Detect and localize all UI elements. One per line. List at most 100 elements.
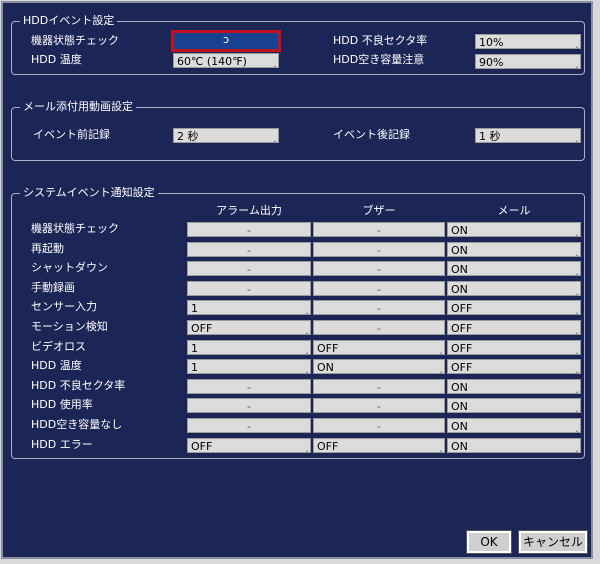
event-row-label: ビデオロス xyxy=(31,340,86,353)
event-buzzer-value: - xyxy=(377,420,381,433)
event-buzzer-select[interactable]: OFF xyxy=(313,340,445,355)
free-space-label: HDD空き容量注意 xyxy=(333,53,425,66)
event-alarm-select: - xyxy=(187,379,311,394)
event-mail-value: ON xyxy=(451,400,468,413)
event-mail-value: ON xyxy=(451,420,468,433)
device-status-field[interactable]: ↄ xyxy=(171,30,281,52)
event-row-label: HDD 温度 xyxy=(31,359,82,372)
event-mail-select[interactable]: ON xyxy=(447,281,581,296)
event-buzzer-select: - xyxy=(313,242,445,257)
event-row-label: 機器状態チェック xyxy=(31,222,119,235)
event-alarm-select[interactable]: 1 xyxy=(187,359,311,374)
event-mail-value: ON xyxy=(451,263,468,276)
event-mail-select[interactable]: ON xyxy=(447,438,581,453)
event-row-label: センサー入力 xyxy=(31,300,97,313)
event-alarm-select[interactable]: OFF xyxy=(187,320,311,335)
bad-sector-select[interactable]: 10% xyxy=(475,34,581,49)
event-mail-select[interactable]: ON xyxy=(447,222,581,237)
event-alarm-value: 1 xyxy=(191,361,198,374)
event-alarm-value: - xyxy=(247,224,251,237)
ok-button[interactable]: OK xyxy=(466,530,512,554)
event-buzzer-select[interactable]: ON xyxy=(313,359,445,374)
event-mail-value: OFF xyxy=(451,322,473,335)
pre-event-value: 2 秒 xyxy=(177,130,199,143)
event-alarm-value: OFF xyxy=(191,440,213,453)
event-row-label: HDD 使用率 xyxy=(31,398,93,411)
event-buzzer-select: - xyxy=(313,281,445,296)
event-alarm-select[interactable]: OFF xyxy=(187,438,311,453)
col-header-mail: メール xyxy=(497,204,531,217)
bad-sector-label: HDD 不良セクタ率 xyxy=(333,34,428,47)
event-buzzer-value: - xyxy=(377,400,381,413)
event-alarm-value: 1 xyxy=(191,342,198,355)
event-alarm-select: - xyxy=(187,242,311,257)
event-alarm-select: - xyxy=(187,261,311,276)
event-alarm-value: - xyxy=(247,400,251,413)
event-row-label: HDD空き容量なし xyxy=(31,418,123,431)
hdd-temp-select[interactable]: 60℃ (140℉) xyxy=(173,53,279,68)
cancel-button[interactable]: キャンセル xyxy=(518,530,588,554)
col-header-buzzer: ブザー xyxy=(362,204,396,217)
event-buzzer-value: OFF xyxy=(317,342,339,355)
pre-event-select[interactable]: 2 秒 xyxy=(173,128,279,143)
event-buzzer-value: - xyxy=(377,263,381,276)
event-alarm-select: - xyxy=(187,398,311,413)
event-alarm-value: - xyxy=(247,263,251,276)
event-row-label: HDD エラー xyxy=(31,438,93,451)
event-mail-select[interactable]: OFF xyxy=(447,300,581,315)
hdd-temp-label: HDD 温度 xyxy=(31,53,82,66)
event-buzzer-select[interactable]: OFF xyxy=(313,438,445,453)
event-mail-select[interactable]: ON xyxy=(447,418,581,433)
event-buzzer-value: OFF xyxy=(317,440,339,453)
refresh-icon: ↄ xyxy=(222,33,230,46)
event-mail-value: ON xyxy=(451,224,468,237)
event-mail-select[interactable]: OFF xyxy=(447,340,581,355)
event-alarm-value: 1 xyxy=(191,302,198,315)
free-space-select[interactable]: 90% xyxy=(475,54,581,69)
event-mail-value: OFF xyxy=(451,342,473,355)
event-alarm-select: - xyxy=(187,281,311,296)
event-alarm-select: - xyxy=(187,222,311,237)
event-mail-select[interactable]: ON xyxy=(447,261,581,276)
event-row-label: HDD 不良セクタ率 xyxy=(31,379,126,392)
event-alarm-select[interactable]: 1 xyxy=(187,340,311,355)
post-event-label: イベント後記録 xyxy=(333,128,410,141)
event-alarm-value: - xyxy=(247,420,251,433)
event-alarm-value: OFF xyxy=(191,322,213,335)
event-buzzer-select: - xyxy=(313,320,445,335)
event-row-label: 手動録画 xyxy=(31,281,75,294)
event-mail-select[interactable]: OFF xyxy=(447,359,581,374)
event-buzzer-select: - xyxy=(313,222,445,237)
event-row-label: モーション検知 xyxy=(31,320,108,333)
event-mail-value: ON xyxy=(451,244,468,257)
event-alarm-value: - xyxy=(247,381,251,394)
event-buzzer-select: - xyxy=(313,398,445,413)
event-buzzer-select: - xyxy=(313,418,445,433)
device-status-label: 機器状態チェック xyxy=(31,34,119,47)
hdd-event-settings-window: HDDイベント設定 機器状態チェック ↄ HDD 温度 60℃ (140℉) H… xyxy=(1,1,593,559)
event-mail-value: ON xyxy=(451,283,468,296)
event-alarm-select: - xyxy=(187,418,311,433)
free-space-value: 90% xyxy=(479,56,504,69)
event-mail-select[interactable]: ON xyxy=(447,379,581,394)
bad-sector-value: 10% xyxy=(479,36,504,49)
event-mail-value: OFF xyxy=(451,302,473,315)
hdd-event-legend: HDDイベント設定 xyxy=(20,14,118,28)
hdd-temp-value: 60℃ (140℉) xyxy=(177,55,247,68)
system-event-legend: システムイベント通知設定 xyxy=(20,186,158,200)
event-buzzer-value: - xyxy=(377,244,381,257)
event-buzzer-value: - xyxy=(377,302,381,315)
event-mail-select[interactable]: OFF xyxy=(447,320,581,335)
event-mail-select[interactable]: ON xyxy=(447,398,581,413)
pre-event-label: イベント前記録 xyxy=(33,128,110,141)
event-buzzer-value: ON xyxy=(317,361,334,374)
event-mail-value: OFF xyxy=(451,361,473,374)
post-event-value: 1 秒 xyxy=(479,130,501,143)
event-alarm-select[interactable]: 1 xyxy=(187,300,311,315)
event-row-label: 再起動 xyxy=(31,242,64,255)
mail-video-legend: メール添付用動画設定 xyxy=(20,100,136,114)
event-alarm-value: - xyxy=(247,283,251,296)
post-event-select[interactable]: 1 秒 xyxy=(475,128,581,143)
event-mail-select[interactable]: ON xyxy=(447,242,581,257)
event-buzzer-select: - xyxy=(313,379,445,394)
